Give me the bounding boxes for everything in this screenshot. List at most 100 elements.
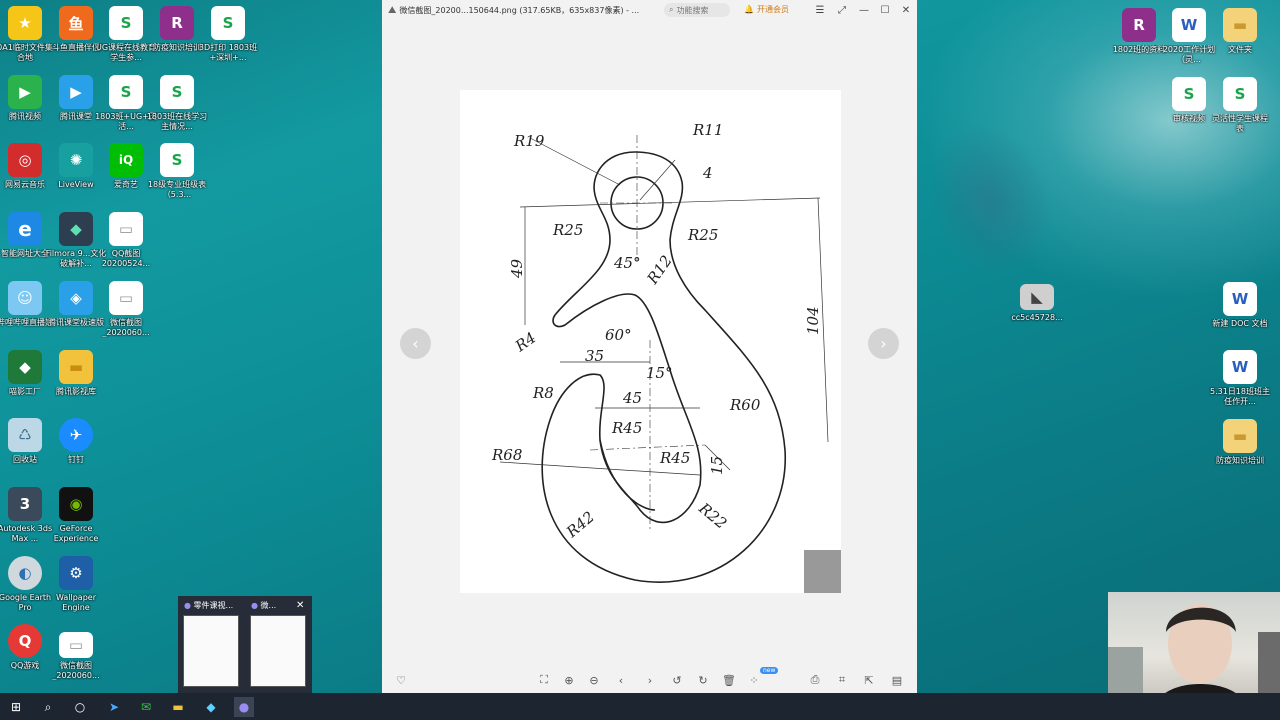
zoom-out-icon[interactable]: ⊖ — [586, 672, 602, 688]
dim-label-R11: R11 — [692, 121, 723, 139]
thumbnail-1-title[interactable]: ● 零件课视... — [184, 600, 233, 611]
app-icon: ● — [251, 601, 258, 610]
desktop-icon-label: cc5c45728... — [1011, 313, 1063, 322]
hook-inner-curve — [599, 439, 656, 511]
desktop-icon-student-schedule[interactable]: S 灵活性学生课程表 — [1209, 77, 1271, 134]
dingtalk-icon: ✈ — [59, 418, 93, 452]
menu-icon[interactable]: ☰ — [812, 2, 828, 18]
corner-mark — [804, 550, 841, 593]
desktop-icon-label: 防疫知识培训 — [1216, 456, 1264, 465]
maximize-icon[interactable]: ☐ — [877, 2, 893, 18]
scan-icon[interactable]: ⌗ — [834, 672, 850, 688]
vip-button[interactable]: 🔔 开通会员 — [744, 4, 789, 15]
zoom-in-icon[interactable]: ⊕ — [561, 672, 577, 688]
winrar-icon: R — [160, 6, 194, 40]
thumbnail-2-preview[interactable] — [250, 615, 306, 687]
star-folder-icon: ★ — [8, 6, 42, 40]
filmstrip-icon[interactable]: ▤ — [889, 672, 905, 688]
rotate-left-icon[interactable]: ↺ — [669, 672, 685, 688]
sheet-doc-icon: S — [211, 6, 245, 40]
next-circle-icon[interactable]: › — [642, 672, 658, 688]
desktop-icon-label: 文件夹 — [1228, 45, 1252, 54]
desktop-icon-geforce[interactable]: ◉ GeForce Experience — [45, 487, 107, 544]
image-viewer-icon: ⛰ — [388, 4, 397, 16]
dim-label-15: 15 — [708, 456, 726, 475]
dim-label-15deg: 15° — [646, 364, 673, 382]
rotate-right-icon[interactable]: ↻ — [695, 672, 711, 688]
desktop-icon-18-class-table[interactable]: S 18级专业班级表（5.3... — [146, 143, 208, 200]
desktop-icon-head-teacher-doc[interactable]: W 5.31日18班班主任作开... — [1209, 350, 1271, 407]
feature-search-input[interactable]: ⌕ 功能搜索 — [664, 3, 730, 17]
viewer-title: 微信截图_20200...150644.png (317.65KB，635x83… — [399, 5, 640, 15]
desktop-icon-label: 钉钉 — [68, 455, 84, 464]
thumbnail-1-preview[interactable] — [183, 615, 239, 687]
thumbnail-close-icon[interactable]: ✕ — [296, 600, 304, 611]
word-doc-icon: W — [1223, 282, 1257, 316]
word-doc-icon: W — [1223, 350, 1257, 384]
desktop-icon-label: 1803班在线学习主情况... — [146, 112, 208, 131]
export-icon[interactable]: ⇱ — [861, 672, 877, 688]
browser-icon[interactable]: ➤ — [104, 697, 124, 717]
windows-start-icon[interactable]: ⊞ — [6, 697, 26, 717]
taskbar — [0, 693, 1280, 720]
thumbnail-2-title[interactable]: ● 微... — [251, 600, 276, 611]
desktop-icon-label: 微信截图_2020060... — [102, 318, 150, 337]
desktop-icon-cc5c-image[interactable]: ◣ cc5c45728... — [1006, 284, 1068, 323]
desktop-icon-dingtalk[interactable]: ✈ 钉钉 — [45, 418, 107, 465]
tencent-class-lite-icon: ◈ — [59, 281, 93, 315]
desktop-icon-label: 微信截图_2020060... — [52, 661, 100, 680]
thumbnail-2-label: 微... — [260, 601, 277, 610]
minimize-icon[interactable]: — — [856, 2, 872, 18]
douyu-icon: 鱼 — [59, 6, 93, 40]
chevron-left-icon: ‹ — [412, 334, 419, 353]
desktop-icon-tencent-library[interactable]: ▬ 腾讯影视库 — [45, 350, 107, 397]
desktop-icon-wechat-screenshot-2[interactable]: ▭ 微信截图_2020060... — [45, 632, 107, 681]
sheet-doc-icon: S — [1172, 77, 1206, 111]
desktop-icon-label: 3D打印 1803班+深圳+... — [198, 43, 258, 62]
search-icon[interactable]: ⌕ — [38, 697, 58, 717]
close-icon[interactable]: ✕ — [898, 2, 914, 18]
desktop-icon-qq-screenshot[interactable]: ▭ QQ截图20200524... — [95, 212, 157, 269]
file-explorer-icon[interactable]: ▬ — [168, 697, 188, 717]
dim-label-R25-left: R25 — [552, 221, 583, 239]
more-apps-icon[interactable]: ⁘ — [746, 672, 762, 688]
app-icon: ● — [184, 601, 191, 610]
desktop-icon-label: 新建 DOC 文档 — [1212, 319, 1268, 328]
sheet-doc-icon: S — [1223, 77, 1257, 111]
desktop-icon-1803-online[interactable]: S 1803班在线学习主情况... — [146, 75, 208, 132]
wechat-icon[interactable]: ✉ — [136, 697, 156, 717]
filmora-icon: ◆ — [59, 212, 93, 246]
sheet-doc-icon: S — [109, 75, 143, 109]
fit-screen-icon[interactable]: ⛶ — [536, 672, 552, 688]
favorite-heart-icon[interactable]: ♡ — [393, 672, 409, 688]
desktop-icon-epidemic-folder[interactable]: ▬ 防疫知识培训 — [1209, 419, 1271, 466]
zip-folder-icon: ▬ — [1223, 8, 1257, 42]
next-image-button[interactable]: › — [868, 328, 899, 359]
dim-label-R68: R68 — [491, 446, 522, 464]
delete-icon[interactable]: 🗑 — [721, 672, 737, 688]
desktop-icon-new-doc[interactable]: W 新建 DOC 文档 — [1209, 282, 1271, 329]
iqiyi-icon: iQ — [109, 143, 143, 177]
recycle-bin-icon: ♺ — [8, 418, 42, 452]
tencent-class-icon: ▶ — [59, 75, 93, 109]
desktop-icon-folder[interactable]: ▬ 文件夹 — [1209, 8, 1271, 55]
image-viewer-taskbar-icon[interactable]: ● — [234, 697, 254, 717]
search-icon: ⌕ — [669, 5, 674, 14]
print-icon[interactable]: ⎙ — [807, 672, 823, 688]
dim-label-60deg: 60° — [605, 326, 632, 344]
desktop-icon-3d-print[interactable]: S 3D打印 1803班+深圳+... — [197, 6, 259, 63]
editor-app-icon[interactable]: ◆ — [201, 697, 221, 717]
prev-circle-icon[interactable]: ‹ — [613, 672, 629, 688]
google-earth-icon: ◐ — [8, 556, 42, 590]
hook-drawing: R19 R11 4 R25 R25 49 45° R12 104 R4 60° … — [491, 121, 841, 593]
cortana-icon[interactable]: ○ — [70, 697, 90, 717]
dim-label-35: 35 — [585, 347, 604, 365]
dim-label-R12: R12 — [643, 252, 676, 288]
previous-image-button[interactable]: ‹ — [400, 328, 431, 359]
desktop-icon-wechat-screenshot[interactable]: ▭ 微信截图_2020060... — [95, 281, 157, 338]
desktop-icon-wallpaper-engine[interactable]: ⚙ Wallpaper Engine — [45, 556, 107, 613]
new-badge: new — [760, 667, 779, 674]
dim-label-45: 45 — [622, 389, 642, 407]
fullscreen-icon[interactable]: ⤢ — [834, 2, 850, 18]
dim-label-R42: R42 — [562, 508, 598, 542]
